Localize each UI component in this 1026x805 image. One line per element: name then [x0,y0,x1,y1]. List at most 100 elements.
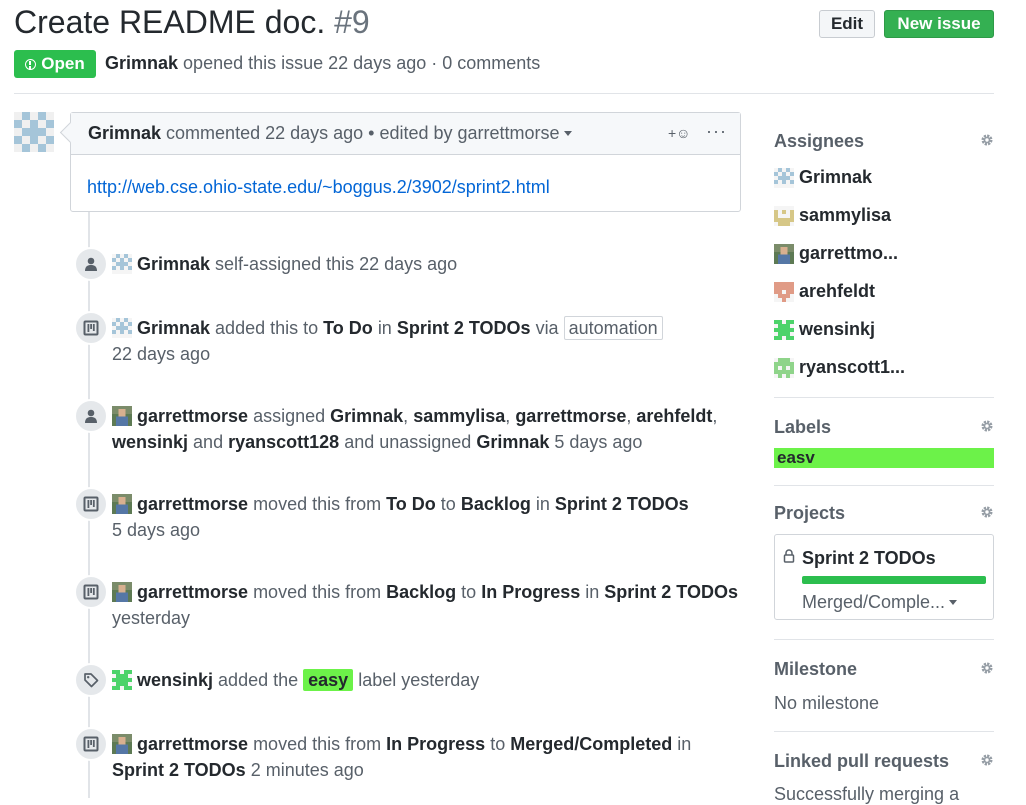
project-column-value: Merged/Comple... [802,592,946,612]
assignee-name: Grimnak [799,167,873,187]
actor-link[interactable]: Grimnak [137,318,210,338]
event-text: label yesterday [358,670,480,690]
section-title: Projects [774,503,846,523]
sidebar-milestone-header[interactable]: Milestone [774,659,994,680]
assignee-name: ryanscott1... [799,357,906,377]
comment-box: Grimnak commented 22 days ago • edited b… [70,112,741,212]
sidebar-assignees-header[interactable]: Assignees [774,131,994,152]
actor-link[interactable]: wensinkj [137,670,213,690]
gear-icon[interactable] [980,419,994,433]
avatar[interactable] [112,406,132,426]
user-link[interactable]: garrettmorse [515,406,626,426]
user-link[interactable]: sammylisa [413,406,505,426]
person-icon [85,257,97,271]
separator: , [403,406,409,426]
project-icon [83,584,99,600]
timeline-event: wensinkj added the easy label yesterday [112,667,742,693]
event-text: in [535,494,550,514]
avatar[interactable] [112,670,132,690]
section-title: Labels [774,417,832,437]
avatar [774,357,794,378]
assignee-name: arehfeldt [799,281,876,301]
assignee-item[interactable]: sammylisa [774,205,891,226]
sidebar-divider [774,731,994,732]
event-text: to [490,734,506,754]
project-progress-bar [802,576,986,584]
avatar[interactable] [112,582,132,602]
milestone-value: No milestone [774,693,880,713]
project-link[interactable]: Sprint 2 TODOs [397,318,531,338]
user-link[interactable]: wensinkj [112,432,188,452]
edit-history-caret-icon[interactable] [563,131,572,136]
sidebar-divider [774,639,994,640]
user-link[interactable]: ryanscott128 [228,432,339,452]
comment-meta-text: commented 22 days ago • edited by garret… [166,123,560,143]
project-column-select[interactable]: Merged/Comple... [802,592,958,613]
section-title: Assignees [774,131,865,151]
event-time[interactable]: yesterday [112,608,190,628]
project-link[interactable]: Sprint 2 TODOs [555,494,689,514]
label-item[interactable]: easv [774,448,994,468]
linked-pr-text: Successfully merging a [774,784,960,804]
status-badge: Open [14,50,96,78]
actor-link[interactable]: garrettmorse [137,494,248,514]
assignee-item[interactable]: wensinkj [774,319,875,340]
project-link[interactable]: Sprint 2 TODOs [604,582,738,602]
gear-icon[interactable] [980,505,994,519]
sidebar-labels-header[interactable]: Labels [774,417,994,438]
chevron-down-icon [949,600,958,605]
timeline-event: garrettmorse assigned Grimnak, sammylisa… [112,403,742,455]
project-icon [83,496,99,512]
avatar[interactable] [112,254,132,274]
timeline-event: Grimnak self-assigned this 22 days ago [112,251,742,277]
add-reaction-icon[interactable]: +☺ [668,125,690,141]
assignee-item[interactable]: ryanscott1... [774,357,905,378]
project-link[interactable]: Sprint 2 TODOs [112,760,246,780]
assignee-item[interactable]: Grimnak [774,167,872,188]
event-text: moved this from [253,582,382,602]
label-easy[interactable]: easy [303,669,354,691]
assignee-name: garrettmo... [799,243,899,263]
avatar[interactable] [14,112,54,152]
actor-link[interactable]: Grimnak [137,254,210,274]
sidebar-projects-header[interactable]: Projects [774,503,994,524]
timeline-badge-project [74,575,108,609]
actor-link[interactable]: garrettmorse [137,582,248,602]
comment-actions-icon[interactable]: ··· [706,121,727,142]
event-text: and unassigned [344,432,472,452]
comment-author-link[interactable]: Grimnak [88,123,161,143]
edit-button[interactable]: Edit [819,10,875,38]
event-text: in [585,582,600,602]
avatar[interactable] [112,734,132,754]
user-link[interactable]: Grimnak [476,432,549,452]
event-text: added this to [215,318,319,338]
status-label: Open [41,54,85,73]
comment-link[interactable]: http://web.cse.ohio-state.edu/~boggus.2/… [87,177,550,198]
event-time[interactable]: 5 days ago [554,432,642,452]
event-text: in [677,734,692,754]
timeline-badge-project [74,487,108,521]
user-link[interactable]: Grimnak [330,406,403,426]
event-time[interactable]: 5 days ago [112,520,200,540]
event-time[interactable]: 22 days ago [112,344,210,364]
timeline-event: Grimnak added this to To Do in Sprint 2 … [112,315,742,367]
event-time[interactable]: 2 minutes ago [251,760,364,780]
column-name: In Progress [386,734,486,754]
actor-link[interactable]: garrettmorse [137,734,248,754]
new-issue-button[interactable]: New issue [884,10,994,38]
gear-icon[interactable] [980,133,994,147]
issue-author-link[interactable]: Grimnak [105,53,178,73]
avatar[interactable] [112,494,132,514]
project-link[interactable]: Sprint 2 TODOs [802,548,936,569]
avatar[interactable] [112,318,132,338]
sidebar-linked-header[interactable]: Linked pull requests [774,751,994,772]
project-icon [83,736,99,752]
assignee-item[interactable]: garrettmo... [774,243,898,264]
gear-icon[interactable] [980,661,994,675]
assignee-item[interactable]: arehfeldt [774,281,875,302]
timeline-event: garrettmorse moved this from In Progress… [112,731,742,783]
user-link[interactable]: arehfeldt [636,406,712,426]
actor-link[interactable]: garrettmorse [137,406,248,426]
tag-icon [84,673,99,688]
gear-icon[interactable] [980,753,994,767]
